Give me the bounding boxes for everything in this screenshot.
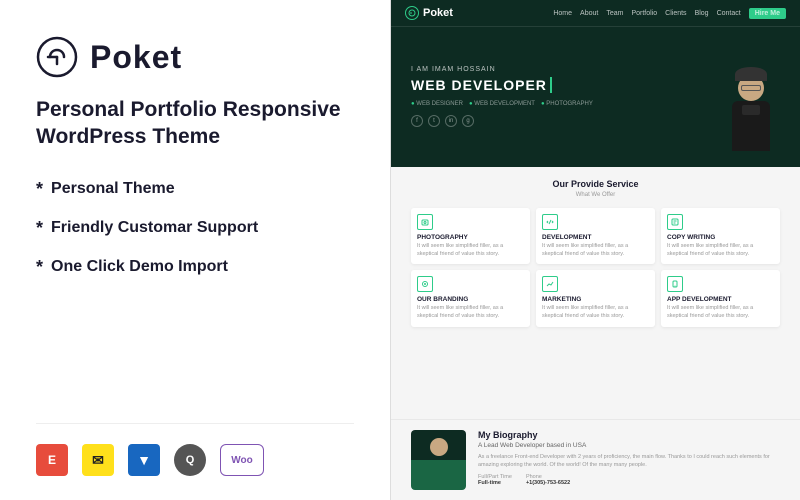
feature-item-1: Friendly Customar Support <box>36 218 354 239</box>
person-figure <box>732 75 770 151</box>
copywriting-icon <box>667 214 683 230</box>
bio-person-head <box>430 438 448 456</box>
person-body <box>732 101 770 151</box>
service-desc-4: It will seem like simplified filler, as … <box>542 305 649 320</box>
service-name-2: COPY WRITING <box>667 234 774 241</box>
person-glasses <box>741 85 761 91</box>
hero-title: WEB DEVELOPER <box>411 77 552 93</box>
theme-nav-logo-icon <box>405 6 419 20</box>
nav-link-blog[interactable]: Blog <box>695 10 709 17</box>
nav-cta-button[interactable]: Hire Me <box>749 8 786 19</box>
features-list: Personal Theme Friendly Customar Support… <box>36 179 354 278</box>
nav-link-portfolio[interactable]: Portfolio <box>631 10 657 17</box>
hero-section: I AM IMAM HOSSAIN WEB DEVELOPER ● WEB DE… <box>391 27 800 167</box>
services-title: Our Provide Service <box>411 179 780 189</box>
service-desc-5: It will seem like simplified filler, as … <box>667 305 774 320</box>
service-desc-1: It will seem like simplified filler, as … <box>542 243 649 258</box>
bio-detail-1: Phone +1(305)-753-6522 <box>526 474 570 486</box>
services-section: Our Provide Service What We Offer PHOTOG… <box>391 167 800 419</box>
bio-title: My Biography <box>478 430 780 440</box>
theme-preview: Poket Home About Team Portfolio Clients … <box>390 0 800 500</box>
service-card-0: PHOTOGRAPHY It will seem like simplified… <box>411 208 530 264</box>
hero-tags: ● WEB DESIGNER ● WEB DEVELOPMENT ● PHOTO… <box>411 101 700 107</box>
service-desc-0: It will seem like simplified filler, as … <box>417 243 524 258</box>
service-card-5: APP DEVELOPMENT It will seem like simpli… <box>661 270 780 326</box>
theme-nav-logo-text: Poket <box>423 7 453 19</box>
nav-link-about[interactable]: About <box>580 10 598 17</box>
service-desc-3: It will seem like simplified filler, as … <box>417 305 524 320</box>
photography-icon <box>417 214 433 230</box>
woo-icon[interactable]: Woo <box>220 444 264 476</box>
service-name-3: OUR BRANDING <box>417 296 524 303</box>
person-head <box>738 75 764 101</box>
service-desc-2: It will seem like simplified filler, as … <box>667 243 774 258</box>
service-card-3: OUR BRANDING It will seem like simplifie… <box>411 270 530 326</box>
hero-tag-2: ● PHOTOGRAPHY <box>541 101 593 107</box>
nav-link-clients[interactable]: Clients <box>665 10 686 17</box>
preview-container: Poket Home About Team Portfolio Clients … <box>391 0 800 500</box>
plugin-icons-bar: E ✉ ▼ Q Woo <box>36 423 354 476</box>
social-facebook-icon[interactable]: f <box>411 115 423 127</box>
service-name-4: MARKETING <box>542 296 649 303</box>
marketing-icon <box>542 276 558 292</box>
person-hat <box>735 67 767 81</box>
hero-tag-0: ● WEB DESIGNER <box>411 101 463 107</box>
woo-label: Woo <box>231 455 252 466</box>
service-card-1: DEVELOPMENT It will seem like simplified… <box>536 208 655 264</box>
nav-link-team[interactable]: Team <box>606 10 623 17</box>
service-name-1: DEVELOPMENT <box>542 234 649 241</box>
bio-person-image <box>411 430 466 490</box>
tagline: Personal Portfolio Responsive WordPress … <box>36 96 354 151</box>
hero-tag-1: ● WEB DEVELOPMENT <box>469 101 535 107</box>
service-card-2: COPY WRITING It will seem like simplifie… <box>661 208 780 264</box>
social-google-icon[interactable]: g <box>462 115 474 127</box>
bio-detail-0: Full/Part Time Full-time <box>478 474 512 486</box>
q-icon[interactable]: Q <box>174 444 206 476</box>
theme-nav: Poket Home About Team Portfolio Clients … <box>391 0 800 27</box>
service-name-0: PHOTOGRAPHY <box>417 234 524 241</box>
elementor-icon[interactable]: E <box>36 444 68 476</box>
biography-section: My Biography A Lead Web Developer based … <box>391 419 800 500</box>
hero-person-image <box>700 41 780 151</box>
nav-link-home[interactable]: Home <box>553 10 572 17</box>
left-panel: Poket Personal Portfolio Responsive Word… <box>0 0 390 500</box>
feature-item-0: Personal Theme <box>36 179 354 200</box>
hero-sub-text: I AM IMAM HOSSAIN <box>411 66 700 73</box>
development-icon <box>542 214 558 230</box>
bio-details: Full/Part Time Full-time Phone +1(305)-7… <box>478 474 780 486</box>
services-subtitle: What We Offer <box>411 192 780 198</box>
vuetify-icon[interactable]: ▼ <box>128 444 160 476</box>
bio-body: As a freelance Front-end Developer with … <box>478 453 780 470</box>
nav-link-contact[interactable]: Contact <box>717 10 741 17</box>
services-grid: PHOTOGRAPHY It will seem like simplified… <box>411 208 780 327</box>
app-dev-icon <box>667 276 683 292</box>
hero-social-icons: f t in g <box>411 115 700 127</box>
bio-text-area: My Biography A Lead Web Developer based … <box>478 430 780 490</box>
bio-subtitle: A Lead Web Developer based in USA <box>478 442 780 449</box>
mailchimp-icon[interactable]: ✉ <box>82 444 114 476</box>
logo-area: Poket <box>36 36 354 78</box>
bio-person-body <box>423 462 455 490</box>
logo-text: Poket <box>90 39 182 76</box>
feature-item-2: One Click Demo Import <box>36 257 354 278</box>
service-name-5: APP DEVELOPMENT <box>667 296 774 303</box>
branding-icon <box>417 276 433 292</box>
social-linkedin-icon[interactable]: in <box>445 115 457 127</box>
hero-text: I AM IMAM HOSSAIN WEB DEVELOPER ● WEB DE… <box>411 66 700 127</box>
theme-nav-links: Home About Team Portfolio Clients Blog C… <box>553 8 786 19</box>
theme-nav-logo: Poket <box>405 6 453 20</box>
social-twitter-icon[interactable]: t <box>428 115 440 127</box>
poket-logo-icon <box>36 36 78 78</box>
service-card-4: MARKETING It will seem like simplified f… <box>536 270 655 326</box>
